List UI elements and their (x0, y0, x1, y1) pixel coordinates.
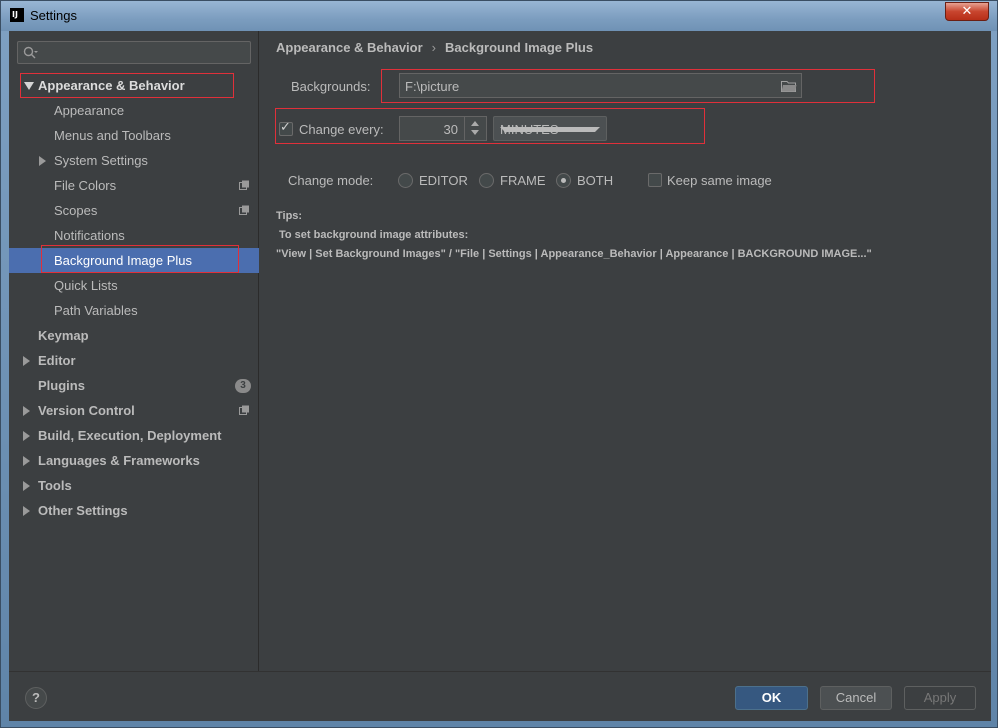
backgrounds-path-field[interactable]: F:\picture (399, 73, 802, 98)
tips-line-2: "View | Set Background Images" / "File |… (276, 248, 872, 260)
sidebar-item-other-settings[interactable]: Other Settings (9, 498, 259, 523)
breadcrumb-separator-icon: › (431, 40, 437, 55)
backgrounds-label: Backgrounds: (291, 79, 371, 94)
spinner-down-icon[interactable] (471, 130, 479, 135)
settings-search-input[interactable] (17, 41, 251, 64)
sidebar-item-label: Editor (38, 353, 76, 368)
sidebar-item-languages-frameworks[interactable]: Languages & Frameworks (9, 448, 259, 473)
sidebar-item-label: Languages & Frameworks (38, 453, 200, 468)
cancel-button[interactable]: Cancel (820, 686, 892, 710)
breadcrumb-current: Background Image Plus (445, 40, 594, 55)
sidebar-item-label: Path Variables (54, 303, 138, 318)
settings-window: IJ Settings ✕ Appearance & Behavior Appe… (0, 0, 998, 728)
settings-main-panel: Appearance & Behavior › Background Image P… (260, 31, 991, 671)
sidebar-item-label: Other Settings (38, 503, 128, 518)
backgrounds-path-value: F:\picture (405, 79, 460, 94)
mode-editor-radio[interactable] (398, 173, 413, 188)
sidebar-item-label: File Colors (54, 178, 117, 193)
expand-right-arrow-icon[interactable] (23, 456, 30, 466)
sidebar-item-notifications[interactable]: Notifications (9, 223, 259, 248)
dialog-button-bar: ? OK Cancel Apply (9, 671, 991, 721)
apply-button[interactable]: Apply (904, 686, 976, 710)
mode-both-label: BOTH (577, 173, 614, 188)
help-button[interactable]: ? (25, 687, 47, 709)
expand-right-arrow-icon[interactable] (23, 406, 30, 416)
expand-down-arrow-icon[interactable] (24, 82, 34, 90)
checkmark-icon: ✓ (280, 120, 291, 135)
breadcrumb-parent[interactable]: Appearance & Behavior (276, 40, 423, 55)
change-every-value: 30 (443, 122, 458, 137)
tips-title: Tips: (276, 210, 303, 222)
expand-right-arrow-icon[interactable] (23, 431, 30, 441)
sidebar-item-version-control[interactable]: Version Control (9, 398, 259, 423)
chevron-down-icon (500, 127, 600, 132)
sidebar-item-appearance-behavior[interactable]: Appearance & Behavior (9, 73, 259, 98)
sidebar-item-label: Appearance & Behavior (38, 78, 185, 93)
sidebar-item-label: Plugins (38, 378, 85, 393)
project-level-icon (239, 405, 249, 415)
sidebar-item-keymap[interactable]: Keymap (9, 323, 259, 348)
mode-frame-label: FRAME (500, 173, 546, 188)
sidebar-item-label: Notifications (54, 228, 125, 243)
project-level-icon (239, 180, 249, 190)
sidebar-item-path-variables[interactable]: Path Variables (9, 298, 259, 323)
plugins-update-badge: 3 (235, 379, 251, 393)
sidebar-item-label: Build, Execution, Deployment (38, 428, 222, 443)
sidebar-item-quick-lists[interactable]: Quick Lists (9, 273, 259, 298)
expand-right-arrow-icon[interactable] (39, 156, 46, 166)
mode-both-radio[interactable] (556, 173, 571, 188)
sidebar-item-label: Tools (38, 478, 72, 493)
sidebar-item-build-execution-deployment[interactable]: Build, Execution, Deployment (9, 423, 259, 448)
sidebar-item-label: Keymap (38, 328, 89, 343)
breadcrumb: Appearance & Behavior › Background Image P… (276, 40, 593, 55)
sidebar-item-label: Menus and Toolbars (54, 128, 171, 143)
spinner-up-icon[interactable] (471, 121, 479, 126)
mode-editor-label: EDITOR (419, 173, 468, 188)
sidebar-item-label: Quick Lists (54, 278, 118, 293)
search-icon (23, 46, 38, 59)
sidebar-item-label: System Settings (54, 153, 148, 168)
sidebar-item-scopes[interactable]: Scopes (9, 198, 259, 223)
expand-right-arrow-icon[interactable] (23, 481, 30, 491)
intellij-app-icon: IJ (10, 8, 24, 22)
sidebar-item-label: Scopes (54, 203, 98, 218)
keep-same-image-label: Keep same image (667, 173, 772, 188)
sidebar-item-file-colors[interactable]: File Colors (9, 173, 259, 198)
change-mode-label: Change mode: (288, 173, 374, 188)
expand-right-arrow-icon[interactable] (23, 506, 30, 516)
window-title: Settings (30, 8, 77, 23)
sidebar-item-system-settings[interactable]: System Settings (9, 148, 259, 173)
change-every-spinner[interactable]: 30 (399, 116, 487, 141)
sidebar-item-appearance[interactable]: Appearance (9, 98, 259, 123)
change-every-checkbox[interactable]: ✓ (279, 120, 293, 136)
settings-sidebar: Appearance & Behavior Appearance Menus a… (9, 31, 259, 671)
sidebar-item-label: Appearance (54, 103, 125, 118)
time-unit-select[interactable]: MINUTES (493, 116, 607, 141)
spinner-buttons[interactable] (464, 117, 486, 140)
tips-line-1: To set background image attributes: (279, 229, 469, 241)
keep-same-image-checkbox[interactable] (648, 173, 662, 187)
sidebar-item-editor[interactable]: Editor (9, 348, 259, 373)
sidebar-item-background-image-plus[interactable]: Background Image Plus (9, 248, 259, 273)
radio-selected-dot (561, 178, 566, 183)
title-bar[interactable]: IJ Settings ✕ (1, 1, 997, 31)
change-every-label: Change every: (299, 122, 384, 137)
sidebar-item-label: Version Control (38, 403, 135, 418)
sidebar-item-label: Background Image Plus (54, 253, 193, 268)
project-level-icon (239, 205, 249, 215)
ok-button[interactable]: OK (735, 686, 808, 710)
window-close-button[interactable]: ✕ (945, 2, 989, 21)
sidebar-item-plugins[interactable]: Plugins 3 (9, 373, 259, 398)
folder-icon[interactable] (781, 80, 797, 92)
mode-frame-radio[interactable] (479, 173, 494, 188)
expand-right-arrow-icon[interactable] (23, 356, 30, 366)
sidebar-item-tools[interactable]: Tools (9, 473, 259, 498)
sidebar-item-menus-toolbars[interactable]: Menus and Toolbars (9, 123, 259, 148)
dialog-content: Appearance & Behavior Appearance Menus a… (9, 31, 991, 721)
